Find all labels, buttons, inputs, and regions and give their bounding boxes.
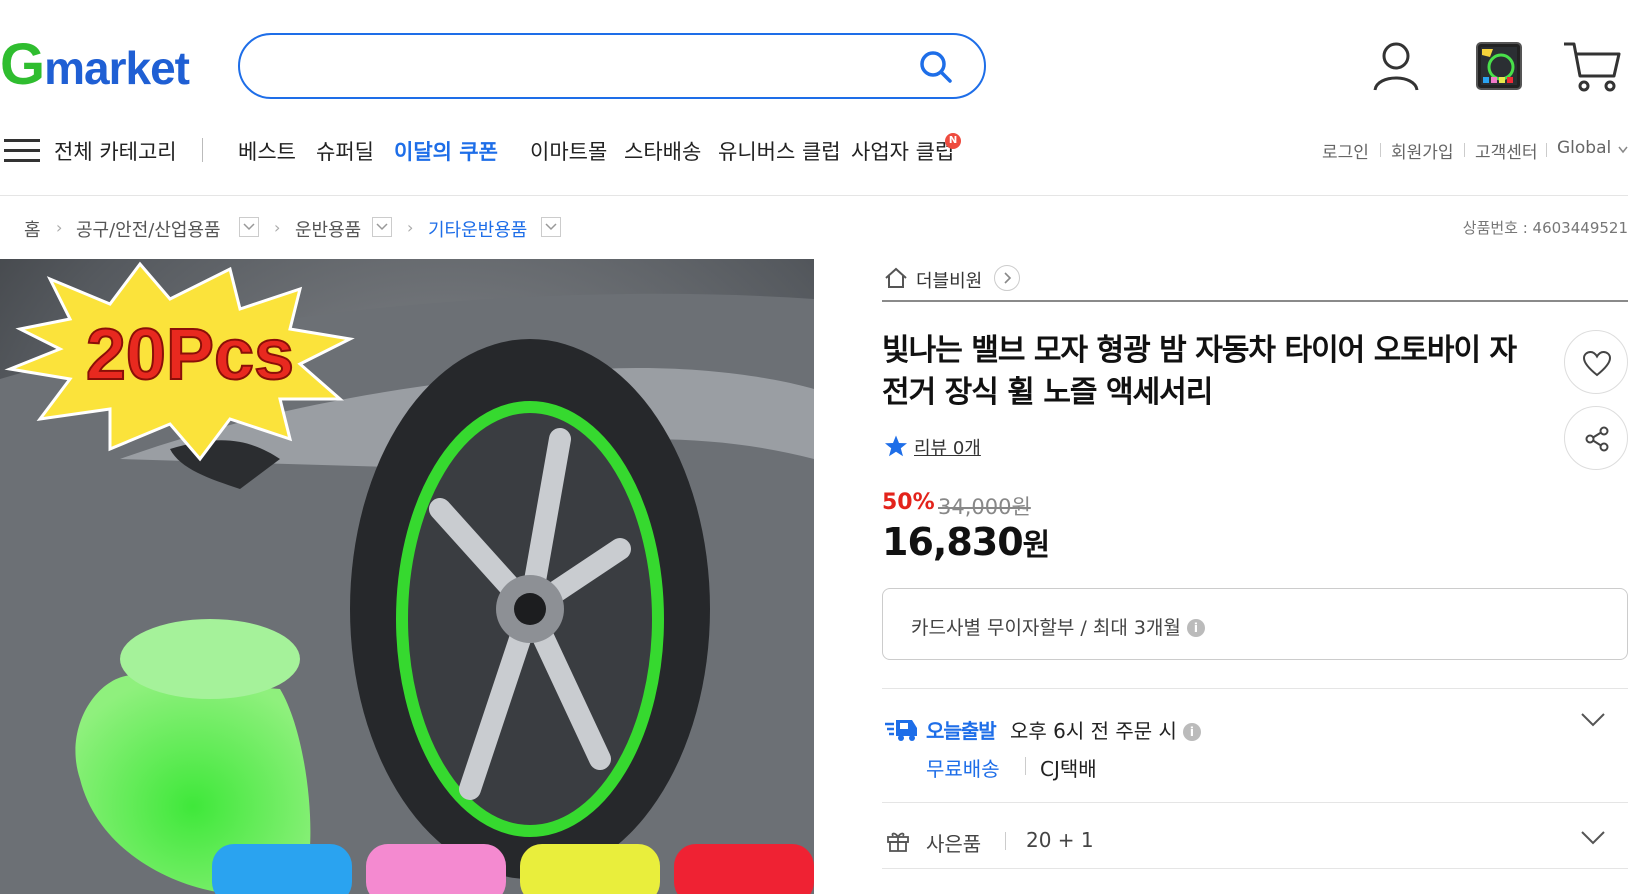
gmarket-logo[interactable]: Gmarket xyxy=(0,36,190,94)
seller-name: 더블비원 xyxy=(916,271,983,292)
gift-icon xyxy=(887,832,909,852)
breadcrumb-category-1[interactable]: 공구/안전/산업용품 xyxy=(76,216,221,242)
breadcrumb-dropdown-button[interactable] xyxy=(541,217,561,237)
util-divider xyxy=(1546,143,1547,157)
customer-center-link[interactable]: 고객센터 xyxy=(1475,138,1538,163)
fast-delivery-icon xyxy=(885,720,917,741)
original-price: 34,000원 xyxy=(938,495,1031,519)
sale-price-number: 16,830 xyxy=(882,520,1024,564)
nav-item-business-club[interactable]: 사업자 클럽 xyxy=(851,136,954,166)
breadcrumb-category-2[interactable]: 운반용품 xyxy=(295,216,361,242)
nav-divider xyxy=(202,138,203,162)
info-icon[interactable]: i xyxy=(1182,723,1201,741)
util-divider xyxy=(1380,143,1381,157)
breadcrumb-arrow-icon: › xyxy=(56,218,63,237)
image-badge-text: 20Pcs xyxy=(86,315,294,395)
breadcrumb-dropdown-button[interactable] xyxy=(239,217,259,237)
breadcrumb-home[interactable]: 홈 xyxy=(24,216,41,242)
section-divider xyxy=(882,868,1628,869)
wishlist-button[interactable] xyxy=(1564,330,1628,394)
new-badge: N xyxy=(945,133,961,149)
nav-item-star-delivery[interactable]: 스타배송 xyxy=(624,136,701,166)
global-link[interactable]: Global xyxy=(1557,138,1611,158)
installment-info[interactable]: 카드사별 무이자할부 / 최대 3개월 i xyxy=(882,588,1628,660)
cart-icon[interactable] xyxy=(1562,38,1622,96)
breadcrumb-dropdown-button[interactable] xyxy=(372,217,392,237)
nav-item-universe-club[interactable]: 유니버스 클럽 xyxy=(718,136,841,166)
product-number: 상품번호 : 4603449521 xyxy=(1462,219,1628,237)
home-icon xyxy=(885,267,907,288)
nav-item-emart-mall[interactable]: 이마트몰 xyxy=(530,136,607,166)
main-nav: 전체 카테고리 베스트 슈퍼딜 이달의 쿠폰 이마트몰 스타배송 유니버스 클럽… xyxy=(0,128,1628,172)
product-main-image[interactable]: 20Pcs xyxy=(0,259,814,894)
chevron-down-icon[interactable] xyxy=(1580,712,1606,728)
nav-item-best[interactable]: 베스트 xyxy=(238,136,296,166)
section-divider xyxy=(882,802,1628,803)
courier-name: CJ택배 xyxy=(1040,757,1097,781)
today-shipping-badge: 오늘출발 xyxy=(926,719,997,743)
gift-label: 사은품 xyxy=(926,832,982,856)
breadcrumb-category-3[interactable]: 기타운반용품 xyxy=(428,216,527,242)
share-button[interactable] xyxy=(1564,406,1628,470)
shipping-divider xyxy=(1025,757,1026,775)
free-shipping-label: 무료배송 xyxy=(926,757,1000,781)
share-icon xyxy=(1585,426,1609,452)
info-icon[interactable]: i xyxy=(1186,619,1205,637)
chevron-right-icon xyxy=(994,265,1020,291)
search-icon[interactable] xyxy=(918,49,954,85)
star-icon xyxy=(885,435,907,457)
gift-divider xyxy=(1005,832,1006,850)
breadcrumb-arrow-icon: › xyxy=(407,218,414,237)
all-categories-link[interactable]: 전체 카테고리 xyxy=(54,136,177,166)
chevron-down-icon xyxy=(376,223,388,231)
breadcrumb-arrow-icon: › xyxy=(274,218,281,237)
heart-icon xyxy=(1583,351,1611,377)
login-link[interactable]: 로그인 xyxy=(1322,138,1369,163)
chevron-down-icon xyxy=(243,223,255,231)
signup-link[interactable]: 회원가입 xyxy=(1391,138,1454,163)
installment-text: 카드사별 무이자할부 / 최대 3개월 xyxy=(911,617,1181,639)
gift-value: 20 + 1 xyxy=(1026,828,1094,852)
util-divider xyxy=(1464,143,1465,157)
discount-rate: 50% xyxy=(882,490,935,515)
chevron-down-icon xyxy=(545,223,557,231)
shipping-cutoff: 오후 6시 전 주문 시i xyxy=(1010,715,1201,744)
product-title: 빛나는 밸브 모자 형광 밤 자동차 타이어 오토바이 자전거 장식 휠 노즐 … xyxy=(882,333,1517,410)
seller-divider xyxy=(882,300,1628,302)
nav-item-superdeal[interactable]: 슈퍼딜 xyxy=(316,136,374,166)
hamburger-menu-icon[interactable] xyxy=(4,138,40,164)
recent-item-thumbnail[interactable] xyxy=(1473,41,1525,93)
chevron-down-icon[interactable] xyxy=(1580,830,1606,846)
user-icon[interactable] xyxy=(1367,38,1425,96)
nav-item-monthly-coupon[interactable]: 이달의 쿠폰 xyxy=(394,136,498,166)
search-input[interactable] xyxy=(238,33,986,99)
chevron-down-icon xyxy=(1618,146,1628,154)
review-count: 리뷰 0개 xyxy=(914,438,981,459)
section-divider xyxy=(882,688,1628,689)
price-unit: 원 xyxy=(1022,528,1051,563)
sale-price: 16,830원 xyxy=(882,520,1051,564)
header-divider xyxy=(0,195,1628,196)
